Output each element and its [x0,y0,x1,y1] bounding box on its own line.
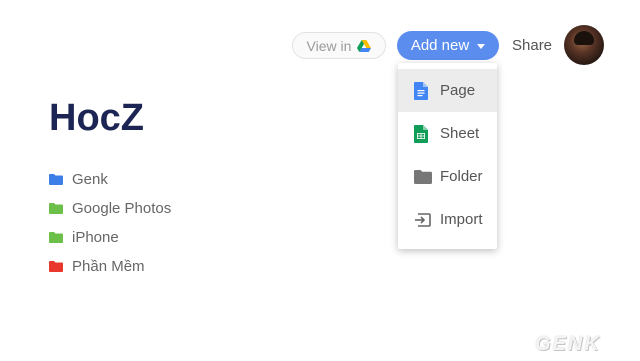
folder-item-google-photos[interactable]: Google Photos [49,194,171,223]
folder-label: Google Photos [72,200,172,217]
folder-icon [49,261,63,272]
folder-label: Phần Mềm [72,258,145,275]
view-in-drive-button[interactable]: View in [292,32,386,59]
caret-down-icon [477,44,486,49]
menu-item-label: Sheet [440,125,480,142]
folder-item-phan-mem[interactable]: Phần Mềm [49,252,171,281]
menu-item-label: Import [440,211,483,228]
menu-item-label: Page [440,82,476,99]
folder-icon [414,169,432,184]
menu-item-sheet[interactable]: Sheet [398,112,497,155]
folder-list: Genk Google Photos iPhone Phần Mềm [49,165,171,281]
avatar[interactable] [564,25,604,65]
google-drive-icon [357,39,372,52]
folder-label: Genk [72,171,108,188]
menu-item-import[interactable]: Import [398,198,497,241]
add-new-label: Add new [410,37,470,54]
share-button[interactable]: Share [512,37,552,54]
folder-label: iPhone [72,229,119,246]
folder-icon [49,174,63,185]
add-new-button[interactable]: Add new [397,31,499,60]
menu-item-folder[interactable]: Folder [398,155,497,198]
docs-page-icon [414,81,428,100]
folder-icon [49,232,63,243]
sheets-icon [414,124,428,143]
folder-item-genk[interactable]: Genk [49,165,171,194]
folder-item-iphone[interactable]: iPhone [49,223,171,252]
add-new-menu: Page Sheet Folder Import [398,63,497,249]
folder-icon [49,203,63,214]
menu-item-label: Folder [440,168,483,185]
genk-watermark: GENK [535,333,601,355]
view-in-label: View in [306,37,352,54]
import-icon [415,212,431,227]
menu-item-page[interactable]: Page [398,69,497,112]
site-title: HocZ [49,97,144,139]
